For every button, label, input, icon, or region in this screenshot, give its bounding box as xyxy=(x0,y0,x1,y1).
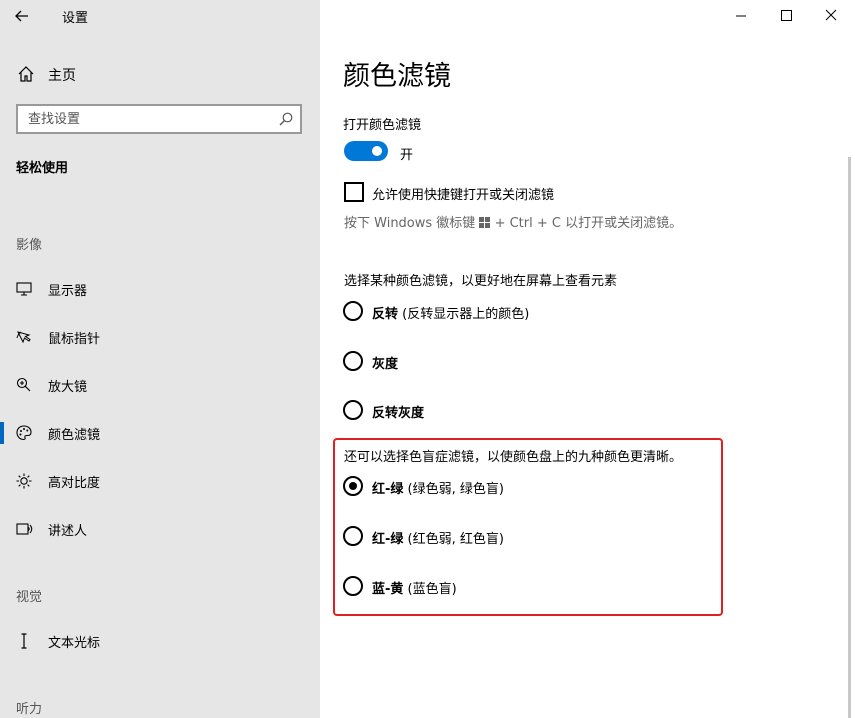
radio-label-name: 反转 xyxy=(372,307,399,322)
toggle-label: 打开颜色滤镜 xyxy=(343,118,422,133)
sidebar-item-label: 颜色滤镜 xyxy=(48,428,101,443)
sidebar-item-text-cursor[interactable]: 文本光标 xyxy=(0,622,320,660)
text-cursor-icon xyxy=(21,633,27,649)
search-icon[interactable] xyxy=(278,111,294,127)
section-label-imaging: 影像 xyxy=(16,238,43,253)
back-arrow-icon xyxy=(15,10,28,22)
radio-label-desc: (蓝色盲) xyxy=(403,582,457,597)
sidebar-item-label: 讲述人 xyxy=(48,524,88,539)
windows-logo-icon xyxy=(479,217,491,228)
sidebar-item-color-filters[interactable]: 颜色滤镜 xyxy=(0,414,320,452)
magnifier-icon xyxy=(16,377,31,392)
radio-label-desc: (红色弱, 红色盲) xyxy=(403,532,504,547)
radio-button[interactable] xyxy=(343,526,363,546)
close-icon xyxy=(825,9,837,21)
radio-label-name: 红-绿 xyxy=(372,532,404,547)
minimize-button[interactable] xyxy=(731,3,751,27)
brightness-icon xyxy=(16,473,32,489)
radio-button[interactable] xyxy=(343,400,363,420)
sidebar-item-label: 显示器 xyxy=(48,284,88,299)
selected-indicator xyxy=(0,422,4,444)
maximize-icon xyxy=(781,10,792,21)
toggle-state-label: 开 xyxy=(400,148,414,163)
sidebar-item-high-contrast[interactable]: 高对比度 xyxy=(0,462,320,500)
radio-label-name: 红-绿 xyxy=(372,482,404,497)
sidebar-item-label: 放大镜 xyxy=(48,380,88,395)
back-button[interactable] xyxy=(10,4,38,28)
sidebar: 设置 主页 轻松使用 影像 显示器 鼠标指针 放大镜 xyxy=(0,0,320,718)
sidebar-item-magnifier[interactable]: 放大镜 xyxy=(0,366,320,404)
radio-label: 红-绿 (红色弱, 红色盲) xyxy=(372,528,504,547)
search-input[interactable] xyxy=(18,106,278,132)
radio-label-desc: (反转显示器上的颜色) xyxy=(398,307,530,322)
toggle-knob xyxy=(372,146,382,156)
page-title: 颜色滤镜 xyxy=(343,61,451,92)
narrator-icon xyxy=(16,523,33,535)
shortcut-hint: 按下 Windows 徽标键 + Ctrl + C 以打开或关闭滤镜。 xyxy=(344,212,682,231)
radio-button[interactable] xyxy=(343,351,363,371)
radio-label: 红-绿 (绿色弱, 绿色盲) xyxy=(372,478,504,497)
radio-label-name: 蓝-黄 xyxy=(372,582,404,597)
radio-label-desc: (绿色弱, 绿色盲) xyxy=(403,482,504,497)
maximize-button[interactable] xyxy=(776,3,796,27)
sidebar-item-display[interactable]: 显示器 xyxy=(0,270,320,308)
radio-button[interactable] xyxy=(343,301,363,321)
app-title: 设置 xyxy=(62,11,89,26)
colorblind-heading: 还可以选择色盲症滤镜，以使颜色盘上的九种颜色更清晰。 xyxy=(344,450,683,465)
search-box[interactable] xyxy=(16,104,302,134)
shortcut-checkbox-label[interactable]: 允许使用快捷键打开或关闭滤镜 xyxy=(372,184,554,203)
radio-label-name: 反转灰度 xyxy=(372,406,425,421)
group-title: 轻松使用 xyxy=(16,161,69,176)
home-icon xyxy=(18,66,34,82)
radio-button[interactable] xyxy=(343,476,363,496)
mouse-pointer-icon xyxy=(16,331,31,344)
close-button[interactable] xyxy=(821,3,841,27)
radio-button[interactable] xyxy=(343,576,363,596)
sidebar-item-label: 鼠标指针 xyxy=(48,332,101,347)
monitor-icon xyxy=(16,282,32,296)
hint-text-before: 按下 Windows 徽标键 xyxy=(344,216,480,231)
palette-icon xyxy=(16,425,32,441)
sidebar-item-label: 文本光标 xyxy=(48,636,101,651)
section-label-hearing: 听力 xyxy=(16,702,43,717)
sidebar-item-label: 高对比度 xyxy=(48,476,101,491)
radio-selected-dot xyxy=(349,482,357,490)
radio-label: 蓝-黄 (蓝色盲) xyxy=(372,578,457,597)
radio-label-name: 灰度 xyxy=(372,357,399,372)
scrollbar[interactable] xyxy=(848,157,851,718)
section-label-vision: 视觉 xyxy=(16,590,43,605)
sidebar-item-mouse-pointer[interactable]: 鼠标指针 xyxy=(0,318,320,356)
shortcut-checkbox[interactable] xyxy=(344,182,364,202)
filter-heading: 选择某种颜色滤镜，以更好地在屏幕上查看元素 xyxy=(344,274,618,289)
sidebar-item-narrator[interactable]: 讲述人 xyxy=(0,510,320,548)
sidebar-item-home[interactable]: 主页 xyxy=(0,58,320,88)
sidebar-item-label: 主页 xyxy=(48,68,76,84)
minimize-icon xyxy=(736,15,746,17)
radio-label: 反转 (反转显示器上的颜色) xyxy=(372,303,529,322)
radio-label: 反转灰度 xyxy=(372,402,424,421)
hint-text-after: + Ctrl + C 以打开或关闭滤镜。 xyxy=(490,216,683,231)
radio-label: 灰度 xyxy=(372,353,398,372)
color-filter-toggle[interactable] xyxy=(344,141,388,161)
